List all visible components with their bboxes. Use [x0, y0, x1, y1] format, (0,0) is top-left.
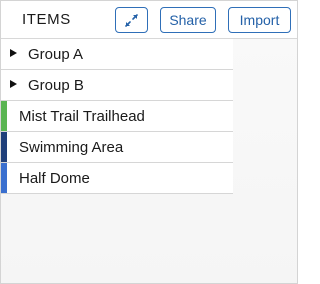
group-label: Group B: [28, 76, 84, 94]
color-stripe: [1, 163, 7, 193]
expand-button[interactable]: [115, 7, 148, 33]
items-list: Group A Group B Mist Trail Trailhead Swi…: [1, 39, 233, 194]
caret-right-icon[interactable]: [10, 49, 17, 57]
items-panel: ITEMS Share Import Group A Group B Mist …: [0, 0, 298, 284]
list-item[interactable]: Swimming Area: [1, 132, 233, 163]
color-stripe: [1, 132, 7, 162]
panel-header: ITEMS Share Import: [1, 1, 297, 39]
share-button[interactable]: Share: [160, 7, 216, 33]
list-item[interactable]: Mist Trail Trailhead: [1, 101, 233, 132]
item-label: Swimming Area: [19, 138, 124, 156]
group-row-b[interactable]: Group B: [1, 70, 233, 101]
item-label: Half Dome: [19, 169, 90, 187]
caret-right-icon[interactable]: [10, 80, 17, 88]
expand-arrows-icon: [125, 13, 138, 27]
color-stripe: [1, 101, 7, 131]
item-label: Mist Trail Trailhead: [19, 107, 145, 125]
group-label: Group A: [28, 45, 84, 63]
group-row-a[interactable]: Group A: [1, 39, 233, 70]
panel-title: ITEMS: [22, 11, 71, 28]
import-button[interactable]: Import: [228, 7, 291, 33]
list-item[interactable]: Half Dome: [1, 163, 233, 194]
